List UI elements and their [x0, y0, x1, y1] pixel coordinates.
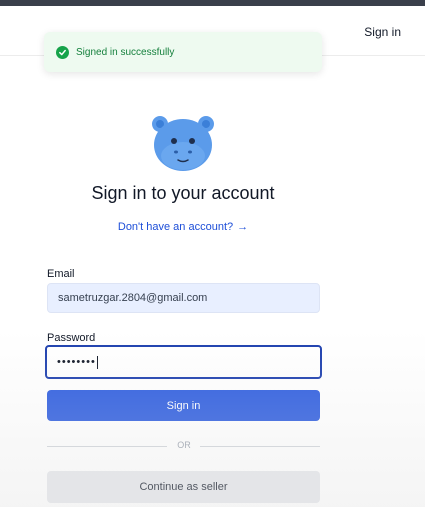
continue-as-seller-label: Continue as seller [139, 481, 228, 493]
page-title: Sign in to your account [91, 183, 275, 203]
password-label: Password [47, 332, 96, 344]
success-toast: Signed in successfully [44, 32, 322, 72]
email-value: sametruzgar.2804@gmail.com [58, 292, 208, 304]
sign-in-button[interactable]: Sign in [47, 390, 320, 421]
create-account-link[interactable]: Don't have an account? → [0, 221, 366, 233]
hippo-logo-icon [150, 112, 216, 174]
toast-message: Signed in successfully [76, 46, 175, 58]
header-sign-in-link[interactable]: Sign in [364, 25, 401, 39]
divider-or: OR [177, 440, 191, 450]
continue-as-seller-button[interactable]: Continue as seller [47, 471, 320, 503]
divider-left [47, 446, 167, 447]
email-label: Email [47, 268, 75, 280]
text-caret [96, 355, 98, 369]
sign-in-page: Sign in Signed in successfully Sign in t… [0, 0, 425, 507]
sign-in-button-label: Sign in [166, 399, 201, 412]
password-field[interactable]: •••••••• [45, 345, 322, 379]
create-account-label: Don't have an account? [117, 221, 234, 233]
email-field[interactable]: sametruzgar.2804@gmail.com [47, 283, 320, 313]
password-value: •••••••• [57, 356, 96, 368]
divider-right [200, 446, 320, 447]
arrow-right-icon: → [237, 221, 249, 233]
check-circle-icon [56, 45, 69, 59]
